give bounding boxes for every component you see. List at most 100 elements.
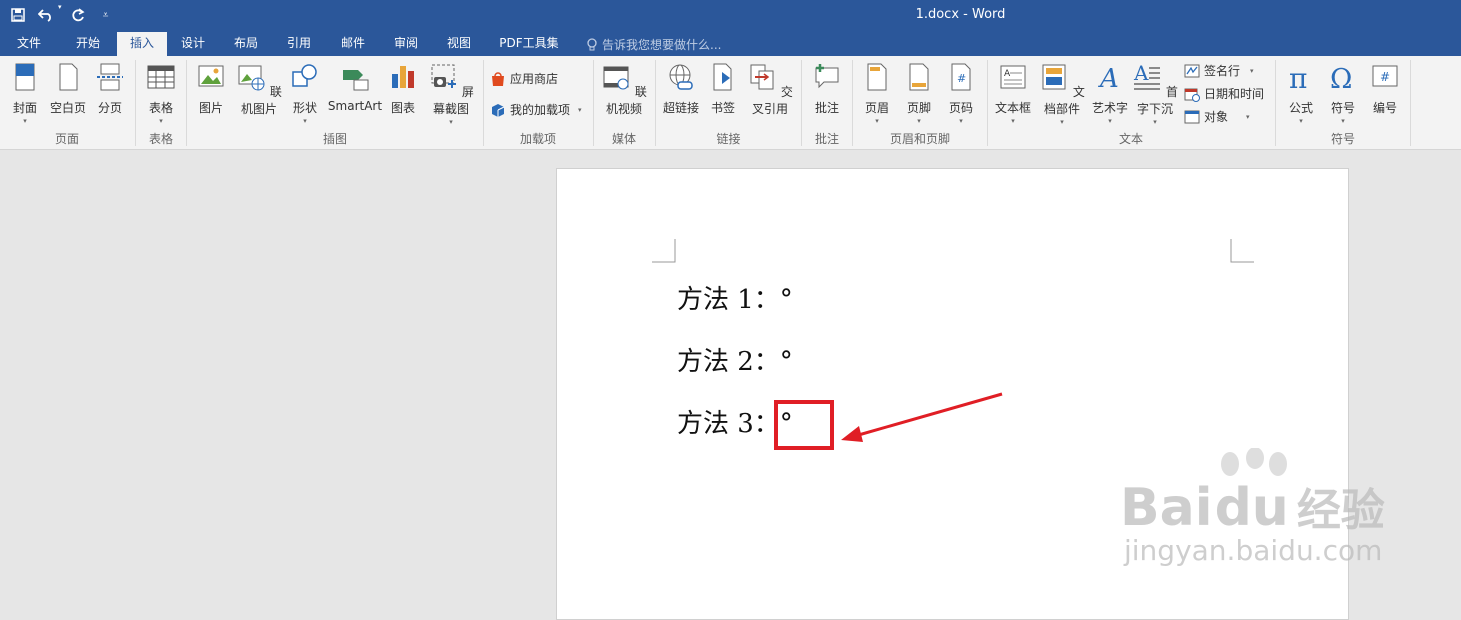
hyperlink-button[interactable]: 超链接 (660, 62, 702, 116)
tab-mailings[interactable]: 邮件 (331, 32, 375, 56)
document-title: 1.docx - Word (915, 7, 1006, 22)
tab-review[interactable]: 审阅 (384, 32, 428, 56)
group-label-illustrations: 插图 (322, 132, 347, 146)
svg-text:A: A (1004, 69, 1011, 79)
tab-layout[interactable]: 布局 (224, 32, 268, 56)
blank-page-icon (59, 63, 78, 91)
title-bar: ▾ ⩡ 1.docx - Word (0, 0, 1461, 32)
group-header-footer: 页眉 ▾ 页脚 ▾ # 页码 ▾ 页眉和页脚 (853, 56, 987, 149)
highlight-box (774, 400, 834, 450)
page-number-icon: # (951, 63, 971, 91)
watermark-brand2: du (1214, 478, 1289, 538)
ribbon-tabs: 文件 开始 插入 设计 布局 引用 邮件 审阅 视图 PDF工具集 告诉我您想要… (0, 32, 1461, 57)
group-label-links: 链接 (716, 132, 741, 146)
table-button[interactable]: 表格 ▾ (142, 62, 180, 126)
chevron-down-icon: ▾ (578, 105, 582, 114)
textbox-button[interactable]: A 文本框 ▾ (992, 62, 1034, 126)
watermark: Bai du 经验 jingyan.baidu.com (1120, 448, 1385, 567)
svg-text:A: A (1133, 62, 1149, 85)
group-label-comments: 批注 (814, 132, 839, 146)
group-text: A 文本框 ▾ 文档部件 ▾ A 艺术字 ▾ A 首字下沉 ▾ 签名行 ▾ 日期和时间 对… (988, 56, 1274, 149)
drop-cap-icon: A (1133, 61, 1161, 90)
store-button[interactable]: 应用商店 (490, 70, 558, 87)
equation-button[interactable]: π 公式 ▾ (1282, 62, 1320, 126)
group-label-text: 文本 (1118, 132, 1143, 146)
group-label-header-footer: 页眉和页脚 (889, 132, 950, 146)
chevron-down-icon: ▾ (1299, 117, 1303, 125)
online-video-button[interactable]: 联机视频 (598, 62, 650, 117)
watermark-url: jingyan.baidu.com (1124, 534, 1383, 567)
my-addins-button[interactable]: 我的加载项 ▾ (490, 101, 582, 118)
margin-corner-mark (652, 239, 676, 263)
svg-text:A: A (1098, 64, 1119, 92)
online-picture-icon (238, 65, 265, 91)
numbering-button[interactable]: # 编号 (1366, 62, 1404, 116)
tell-me-placeholder: 告诉我您想要做什么... (602, 38, 722, 52)
group-pages: 封面 ▾ 空白页 分页 页面 (0, 56, 134, 149)
page-break-button[interactable]: 分页 (92, 62, 128, 116)
object-button[interactable]: 对象 ▾ (1184, 108, 1250, 125)
document-line-1[interactable]: 方法 1：° (677, 279, 793, 316)
shapes-icon (292, 64, 317, 87)
blank-page-button[interactable]: 空白页 (46, 62, 90, 116)
cross-reference-button[interactable]: 交叉引用 (744, 62, 796, 117)
chevron-down-icon: ▾ (1108, 117, 1112, 125)
tab-references[interactable]: 引用 (277, 32, 321, 56)
smartart-icon (343, 70, 369, 91)
screenshot-icon (431, 64, 457, 88)
tab-insert[interactable]: 插入 (117, 32, 167, 57)
quick-parts-button[interactable]: 文档部件 ▾ (1036, 62, 1088, 127)
store-icon (492, 71, 504, 86)
header-icon (867, 63, 887, 91)
picture-button[interactable]: 图片 (195, 62, 227, 116)
shapes-button[interactable]: 形状 ▾ (287, 62, 323, 126)
chevron-down-icon: ▾ (875, 117, 879, 125)
chevron-down-icon: ▾ (159, 117, 163, 125)
document-line-2[interactable]: 方法 2：° (677, 341, 793, 378)
chevron-down-icon: ▾ (1246, 112, 1250, 121)
group-tables: 表格 ▾ 表格 (136, 56, 186, 149)
lightbulb-icon (587, 37, 597, 50)
smartart-button[interactable]: SmartArt (327, 62, 383, 113)
tab-home[interactable]: 开始 (64, 32, 112, 56)
tab-pdf-tools[interactable]: PDF工具集 (492, 32, 566, 56)
tab-file[interactable]: 文件 (4, 32, 54, 56)
signature-line-button[interactable]: 签名行 ▾ (1184, 62, 1254, 79)
cover-page-icon (15, 63, 35, 91)
chevron-down-icon: ▾ (449, 118, 453, 126)
wordart-button[interactable]: A 艺术字 ▾ (1090, 62, 1130, 126)
group-label-tables: 表格 (148, 132, 173, 146)
bookmark-button[interactable]: 书签 (706, 62, 740, 116)
header-button[interactable]: 页眉 ▾ (859, 62, 895, 126)
margin-corner-mark (1230, 239, 1254, 263)
footer-icon (909, 63, 929, 91)
drop-cap-button[interactable]: A 首字下沉 ▾ (1130, 61, 1180, 127)
watermark-cn: 经验 (1296, 485, 1385, 536)
group-addins: 应用商店 我的加载项 ▾ 加载项 (484, 56, 592, 149)
chevron-down-icon: ▾ (959, 117, 963, 125)
cover-page-button[interactable]: 封面 ▾ (6, 62, 44, 126)
screenshot-button[interactable]: 屏幕截图 ▾ (425, 62, 477, 127)
new-comment-button[interactable]: 批注 (808, 62, 846, 116)
picture-icon (198, 65, 224, 87)
tell-me-search[interactable]: 告诉我您想要做什么... (586, 36, 721, 53)
online-picture-button[interactable]: 联机图片 (233, 62, 285, 117)
chevron-down-icon: ▾ (1153, 118, 1157, 126)
chart-button[interactable]: 图表 (387, 62, 419, 116)
chart-icon (392, 66, 414, 88)
page-number-button[interactable]: # 页码 ▾ (943, 62, 979, 126)
group-illustrations: 图片 联机图片 形状 ▾ SmartArt 图表 屏幕截图 ▾ 插图 (187, 56, 483, 149)
tab-design[interactable]: 设计 (171, 32, 215, 56)
footer-button[interactable]: 页脚 ▾ (901, 62, 937, 126)
ribbon: 封面 ▾ 空白页 分页 页面 表格 ▾ 表格 图片 联机图片 形状 ▾ Smar… (0, 56, 1461, 150)
date-time-button[interactable]: 日期和时间 (1184, 85, 1264, 102)
group-label-addins: 加载项 (519, 132, 556, 146)
watermark-brand: Bai (1120, 478, 1213, 538)
svg-text:π: π (1289, 62, 1307, 92)
svg-text:Ω: Ω (1330, 64, 1352, 92)
comment-icon (815, 64, 839, 89)
chevron-down-icon: ▾ (1060, 118, 1064, 126)
chevron-down-icon: ▾ (23, 117, 27, 125)
symbol-button[interactable]: Ω 符号 ▾ (1324, 62, 1362, 126)
tab-view[interactable]: 视图 (437, 32, 481, 56)
